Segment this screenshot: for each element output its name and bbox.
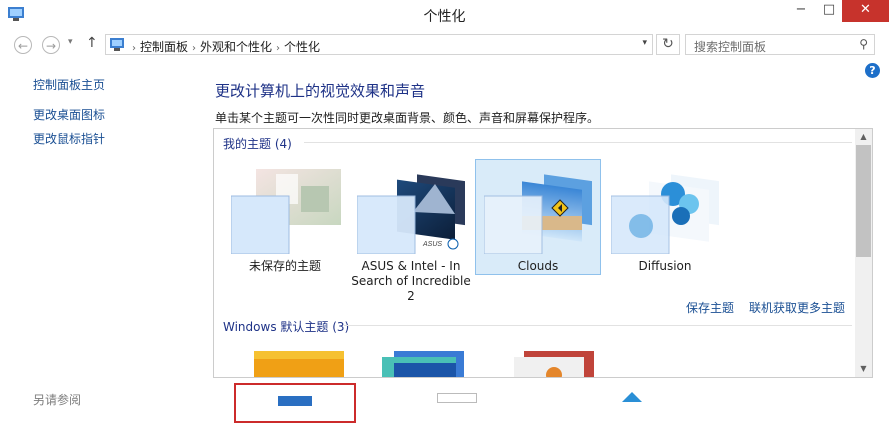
theme-label: 未保存的主题 — [248, 259, 321, 273]
sidebar-item-change-mouse-pointers[interactable]: 更改鼠标指针 — [33, 130, 105, 147]
search-placeholder: 搜索控制面板 — [694, 40, 767, 54]
save-theme-link[interactable]: 保存主题 — [686, 299, 734, 316]
address-bar[interactable]: › 控制面板 › 外观和个性化 › 个性化 ▾ — [105, 34, 653, 55]
arrow-right-icon[interactable]: → — [42, 36, 60, 54]
theme-diffusion-thumbnail — [611, 174, 719, 254]
arrow-up-icon[interactable]: ↑ — [86, 35, 98, 51]
theme-windows-lines-thumbnail[interactable] — [374, 351, 464, 378]
page-description: 单击某个主题可一次性同时更改桌面背景、颜色、声音和屏幕保护程序。 — [215, 111, 600, 125]
asus-logo: ASUS — [422, 241, 442, 248]
theme-label: Clouds — [517, 259, 559, 273]
navigation-bar: ← → ▾ ↑ › 控制面板 › 外观和个性化 › 个性化 ▾ ↻ 搜索控制面板 ⚲ — [0, 30, 889, 60]
chevron-down-icon[interactable]: ▾ — [642, 38, 647, 48]
help-icon[interactable]: ? — [865, 63, 880, 78]
breadcrumb-personalization[interactable]: 个性化 — [284, 40, 320, 54]
scroll-down-icon[interactable]: ▼ — [855, 361, 872, 377]
scroll-up-icon[interactable]: ▲ — [855, 129, 872, 145]
breadcrumb-appearance[interactable]: 外观和个性化 — [200, 40, 272, 54]
maximize-button[interactable]: □ — [816, 0, 842, 22]
theme-windows-flowers-thumbnail[interactable] — [504, 351, 594, 378]
control-panel-icon — [110, 38, 124, 51]
intel-logo — [447, 238, 459, 250]
window-title: 个性化 — [423, 9, 466, 25]
sidebar: 控制面板主页 更改桌面图标 更改鼠标指针 — [33, 76, 105, 154]
theme-asus-intel[interactable]: ASUS ASUS & Intel - In Search of Incredi… — [348, 159, 474, 303]
theme-windows-default-thumbnail[interactable] — [254, 351, 344, 378]
close-button[interactable]: ✕ — [842, 0, 889, 22]
theme-label: Diffusion — [638, 259, 692, 273]
screensaver-option-icon[interactable] — [622, 392, 642, 402]
scrollbar-thumb[interactable] — [856, 145, 871, 257]
theme-asus-intel-thumbnail: ASUS — [357, 174, 465, 254]
page-title: 更改计算机上的视觉效果和声音 — [215, 82, 426, 100]
get-more-themes-link[interactable]: 联机获取更多主题 — [749, 299, 845, 316]
theme-unsaved[interactable]: 未保存的主题 — [222, 159, 348, 275]
refresh-icon: ↻ — [662, 36, 674, 52]
theme-list-panel: 我的主题 (4) 未保存的主题 ASUS ASUS & Intel - In S… — [213, 128, 873, 378]
color-option[interactable] — [437, 393, 477, 403]
theme-clouds-thumbnail — [484, 174, 592, 254]
title-bar: 个性化 − □ ✕ — [0, 0, 889, 30]
divider — [304, 142, 852, 143]
theme-unsaved-thumbnail — [231, 169, 341, 254]
recent-pages-dropdown-icon[interactable]: ▾ — [68, 37, 73, 47]
search-icon[interactable]: ⚲ — [859, 37, 868, 51]
sidebar-item-control-panel-home[interactable]: 控制面板主页 — [33, 76, 105, 93]
desktop-background-thumbnail — [278, 396, 312, 406]
breadcrumb-separator[interactable]: › — [276, 43, 280, 54]
my-themes-header: 我的主题 (4) — [223, 137, 292, 151]
refresh-button[interactable]: ↻ — [656, 34, 680, 55]
theme-label: ASUS & Intel - In Search of Incredible 2 — [351, 259, 471, 303]
breadcrumb-separator: › — [132, 43, 136, 54]
theme-clouds[interactable]: Clouds — [475, 159, 601, 275]
search-input[interactable]: 搜索控制面板 ⚲ — [685, 34, 875, 55]
breadcrumb: › 控制面板 › 外观和个性化 › 个性化 — [128, 38, 320, 55]
sidebar-item-change-desktop-icons[interactable]: 更改桌面图标 — [33, 106, 105, 123]
arrow-left-icon[interactable]: ← — [14, 36, 32, 54]
minimize-button[interactable]: − — [786, 0, 816, 22]
breadcrumb-separator[interactable]: › — [192, 43, 196, 54]
breadcrumb-control-panel[interactable]: 控制面板 — [140, 40, 188, 54]
windows-themes-header: Windows 默认主题 (3) — [223, 320, 350, 334]
divider — [344, 325, 852, 326]
theme-diffusion[interactable]: Diffusion — [602, 159, 728, 275]
desktop-background-option[interactable] — [234, 383, 356, 423]
vertical-scrollbar[interactable]: ▲ ▼ — [855, 129, 872, 377]
